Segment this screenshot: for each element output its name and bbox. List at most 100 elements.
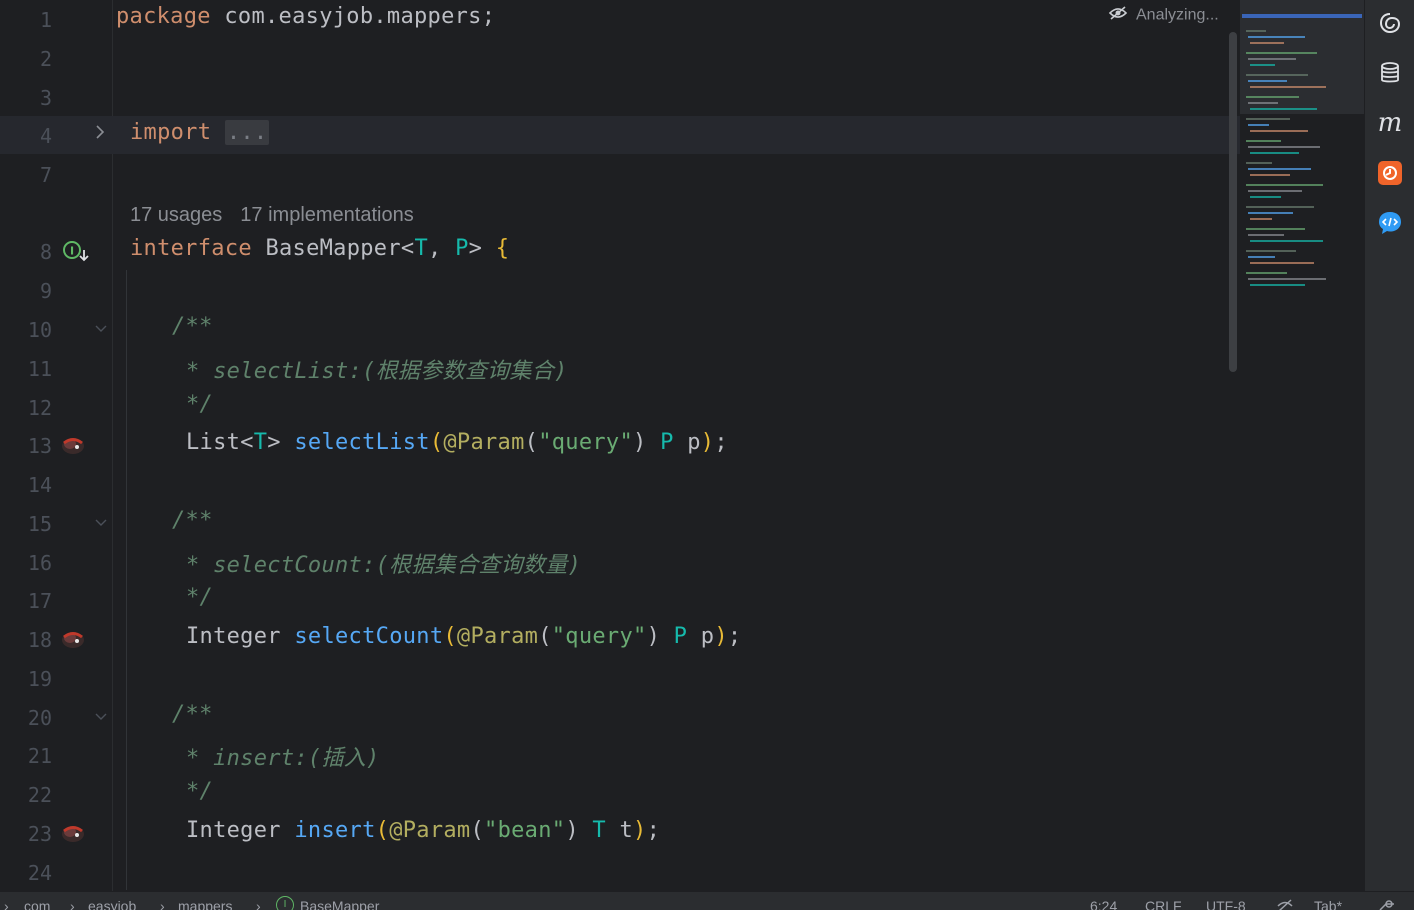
line-number: 17: [27, 589, 52, 613]
code-text: */: [186, 779, 214, 804]
minimap-line: [1248, 168, 1311, 170]
line-number: 14: [27, 473, 52, 497]
minimap-line: [1248, 102, 1278, 104]
database-icon[interactable]: [1377, 60, 1403, 86]
code-line[interactable]: 23 Integer insert(@Param("bean") T t);: [0, 814, 1240, 852]
minimap-line: [1248, 80, 1287, 82]
analysis-status[interactable]: Analyzing...: [1108, 6, 1219, 25]
code-line[interactable]: 10 /**: [0, 310, 1240, 348]
chat-icon[interactable]: [1377, 210, 1403, 236]
breadcrumb-item[interactable]: com: [24, 898, 50, 910]
fold-expand-icon[interactable]: [94, 124, 106, 144]
code-text: List<T> selectList(@Param("query") P p);: [186, 430, 728, 455]
code-line[interactable]: 15 /**: [0, 504, 1240, 542]
minimap-line: [1250, 64, 1275, 66]
minimap-line: [1250, 174, 1290, 176]
analyzing-label: Analyzing...: [1136, 6, 1219, 24]
usages-hint[interactable]: 17 usages: [130, 204, 222, 226]
code-line[interactable]: 1 package com.easyjob.mappers;: [0, 0, 1240, 38]
code-text: Integer selectCount(@Param("query") P p)…: [186, 624, 742, 649]
minimap-line: [1250, 130, 1308, 132]
code-vision-hints: 17 usages 17 implementations: [130, 204, 432, 227]
minimap-line: [1246, 30, 1266, 32]
minimap-line: [1250, 218, 1272, 220]
line-number: 10: [27, 318, 52, 342]
line-number: 24: [27, 861, 52, 885]
implemented-interface-icon[interactable]: I: [62, 240, 90, 264]
vertical-scrollbar[interactable]: [1229, 32, 1237, 372]
minimap-line: [1250, 86, 1326, 88]
line-number: 22: [27, 783, 52, 807]
code-line[interactable]: 8 interface BaseMapper<T, P> {: [0, 232, 1240, 270]
eye-slash-icon[interactable]: [1108, 6, 1128, 25]
code-line[interactable]: 18 Integer selectCount(@Param("query") P…: [0, 620, 1240, 658]
line-number: 15: [27, 512, 52, 536]
code-line[interactable]: 2: [0, 39, 1240, 77]
code-line[interactable]: 20 /**: [0, 698, 1240, 736]
line-separator[interactable]: CRLF: [1145, 898, 1182, 910]
breadcrumb-sep: ›: [256, 898, 261, 910]
mybatis-mapper-icon[interactable]: [60, 628, 86, 650]
vcs-icon[interactable]: [1378, 898, 1396, 910]
mybatis-mapper-icon[interactable]: [60, 434, 86, 456]
minimap-line: [1246, 162, 1272, 164]
code-line-current[interactable]: 4 import ...: [0, 116, 1240, 154]
code-line[interactable]: 16 * selectCount:(根据集合查询数量): [0, 543, 1240, 581]
minimap-line: [1250, 196, 1281, 198]
minimap-line: [1246, 118, 1290, 120]
minimap-line: [1248, 256, 1275, 258]
code-line[interactable]: 9: [0, 271, 1240, 309]
line-number: 4: [39, 124, 52, 148]
minimap-line: [1248, 190, 1302, 192]
implementations-hint[interactable]: 17 implementations: [240, 204, 413, 226]
minimap-line: [1250, 108, 1317, 110]
minimap-line: [1248, 212, 1293, 214]
fold-collapse-icon[interactable]: [94, 708, 108, 727]
line-number: 3: [39, 86, 52, 110]
fold-collapse-icon[interactable]: [94, 320, 108, 339]
code-line[interactable]: 12 */: [0, 388, 1240, 426]
right-tool-window-bar: m: [1364, 0, 1414, 891]
code-line[interactable]: 7: [0, 155, 1240, 193]
plugin-icon[interactable]: [1377, 160, 1403, 186]
breadcrumb-item[interactable]: easyjob: [88, 898, 136, 910]
code-line[interactable]: 14: [0, 465, 1240, 503]
code-line[interactable]: 21 * insert:(插入): [0, 736, 1240, 774]
code-editor[interactable]: 1 package com.easyjob.mappers; 2 3 4 imp…: [0, 0, 1240, 891]
code-text: /**: [172, 508, 213, 533]
minimap-line: [1250, 152, 1299, 154]
breadcrumb-sep: ›: [160, 898, 165, 910]
line-number: 11: [27, 357, 52, 381]
maven-icon[interactable]: m: [1377, 110, 1403, 136]
fold-collapse-icon[interactable]: [94, 514, 108, 533]
code-line[interactable]: 22 */: [0, 775, 1240, 813]
code-line[interactable]: 17 */: [0, 581, 1240, 619]
code-text: import ...: [130, 120, 270, 145]
code-text: interface BaseMapper<T, P> {: [130, 236, 510, 261]
folded-imports[interactable]: ...: [224, 120, 270, 145]
breadcrumb-item[interactable]: mappers: [178, 898, 232, 910]
line-number: 8: [39, 240, 52, 264]
line-number: 12: [27, 396, 52, 420]
inspection-icon[interactable]: [1276, 898, 1294, 910]
minimap[interactable]: [1240, 0, 1364, 891]
mybatis-mapper-icon[interactable]: [60, 822, 86, 844]
minimap-line: [1248, 124, 1269, 126]
caret-position[interactable]: 6:24: [1090, 898, 1117, 910]
minimap-line: [1248, 234, 1284, 236]
code-text: /**: [172, 314, 213, 339]
code-line[interactable]: 19: [0, 659, 1240, 697]
minimap-line: [1250, 284, 1305, 286]
code-line[interactable]: 3: [0, 78, 1240, 116]
file-encoding[interactable]: UTF-8: [1206, 898, 1246, 910]
line-number: 19: [27, 667, 52, 691]
code-line[interactable]: 24: [0, 853, 1240, 891]
code-line[interactable]: 11 * selectList:(根据参数查询集合): [0, 349, 1240, 387]
indent-setting[interactable]: Tab*: [1314, 898, 1342, 910]
code-line[interactable]: 13 List<T> selectList(@Param("query") P …: [0, 426, 1240, 464]
line-number: 9: [39, 279, 52, 303]
code-text: */: [186, 585, 214, 610]
ai-assistant-icon[interactable]: [1377, 10, 1403, 36]
breadcrumb-item[interactable]: BaseMapper: [300, 898, 379, 910]
line-number: 7: [39, 163, 52, 187]
